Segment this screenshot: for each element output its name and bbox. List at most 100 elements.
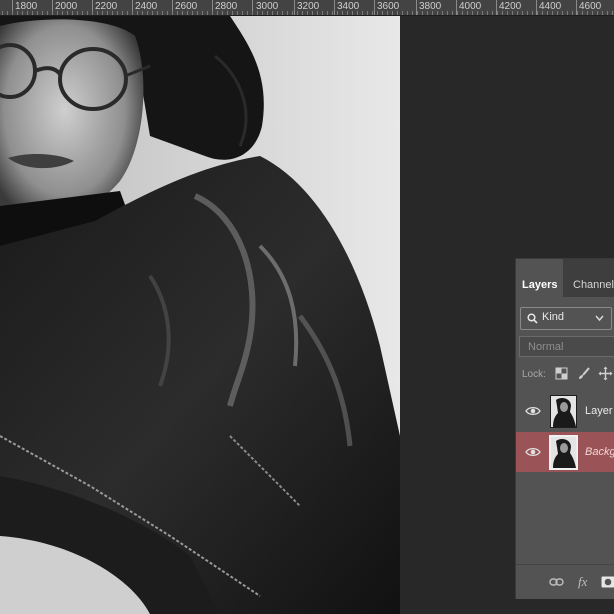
ruler-minor-tick [87, 11, 88, 15]
ruler-minor-tick [177, 11, 178, 15]
ruler-label: 3400 [337, 1, 360, 12]
ruler-minor-tick [572, 11, 573, 15]
ruler-minor-tick [362, 11, 363, 15]
ruler-minor-tick [407, 11, 408, 15]
ruler-minor-tick [212, 11, 213, 15]
ruler-label: 3600 [377, 1, 400, 12]
horizontal-ruler[interactable]: 1800 2000 2200 2400 2600 2800 3000 3200 … [0, 0, 614, 16]
ruler-minor-tick [332, 11, 333, 15]
lock-brush-icon[interactable] [577, 367, 591, 381]
ruler-minor-tick [47, 11, 48, 15]
ruler-minor-tick [187, 11, 188, 15]
fx-icon[interactable]: fx [578, 574, 587, 590]
ruler-minor-tick [152, 11, 153, 15]
ruler-minor-tick [482, 11, 483, 15]
ruler-minor-tick [447, 11, 448, 15]
ruler-minor-tick [577, 11, 578, 15]
ruler-minor-tick [527, 11, 528, 15]
ruler-minor-tick [222, 11, 223, 15]
ruler-minor-tick [452, 11, 453, 15]
ruler-minor-tick [217, 11, 218, 15]
ruler-minor-tick [252, 11, 253, 15]
ruler-minor-tick [557, 11, 558, 15]
ruler-minor-tick [342, 11, 343, 15]
lock-pixels-icon[interactable] [555, 367, 568, 380]
ruler-minor-tick [297, 11, 298, 15]
ruler-tick [374, 0, 375, 15]
link-icon[interactable] [549, 577, 564, 587]
ruler-minor-tick [137, 11, 138, 15]
lock-move-icon[interactable] [598, 366, 613, 381]
ruler-minor-tick [67, 11, 68, 15]
ruler-minor-tick [607, 11, 608, 15]
ruler-minor-tick [62, 11, 63, 15]
ruler-minor-tick [432, 11, 433, 15]
ruler-minor-tick [117, 11, 118, 15]
ruler-minor-tick [352, 11, 353, 15]
ruler-minor-tick [52, 11, 53, 15]
ruler-minor-tick [232, 11, 233, 15]
eye-icon[interactable] [525, 444, 541, 460]
ruler-minor-tick [567, 11, 568, 15]
ruler-minor-tick [107, 11, 108, 15]
ruler-minor-tick [312, 11, 313, 15]
mask-icon[interactable] [601, 576, 614, 588]
ruler-minor-tick [612, 11, 613, 15]
ruler-minor-tick [142, 11, 143, 15]
portrait-photo[interactable] [0, 16, 400, 614]
ruler-minor-tick [42, 11, 43, 15]
ruler-minor-tick [22, 11, 23, 15]
ruler-minor-tick [37, 11, 38, 15]
ruler-minor-tick [412, 11, 413, 15]
layer-row-layer-1[interactable]: Layer 1 [516, 391, 614, 431]
ruler-minor-tick [147, 11, 148, 15]
ruler-minor-tick [172, 11, 173, 15]
ruler-minor-tick [27, 11, 28, 15]
ruler-minor-tick [337, 11, 338, 15]
ruler-minor-tick [397, 11, 398, 15]
filter-kind-dropdown[interactable]: Kind [520, 307, 612, 330]
layer-thumbnail [549, 435, 578, 470]
layers-panel: Layers Channels Kind Normal Lock: [515, 258, 614, 599]
ruler-minor-tick [387, 11, 388, 15]
ruler-minor-tick [112, 11, 113, 15]
ruler-minor-tick [257, 11, 258, 15]
ruler-minor-tick [522, 11, 523, 15]
ruler-minor-tick [402, 11, 403, 15]
ruler-minor-tick [102, 11, 103, 15]
ruler-minor-tick [157, 11, 158, 15]
tab-layers[interactable]: Layers [516, 259, 564, 297]
ruler-minor-tick [487, 11, 488, 15]
ruler-minor-tick [247, 11, 248, 15]
ruler-minor-tick [542, 11, 543, 15]
ruler-minor-tick [262, 11, 263, 15]
ruler-minor-tick [547, 11, 548, 15]
layer-name[interactable]: Layer 1 [585, 405, 614, 417]
ruler-minor-tick [182, 11, 183, 15]
filter-kind-label: Kind [542, 311, 565, 323]
ruler-minor-tick [132, 11, 133, 15]
ruler-minor-tick [237, 11, 238, 15]
ruler-minor-tick [382, 11, 383, 15]
ruler-minor-tick [602, 11, 603, 15]
ruler-minor-tick [477, 11, 478, 15]
ruler-minor-tick [82, 11, 83, 15]
tab-layers-label: Layers [522, 279, 558, 291]
layers-bottom-bar: fx [516, 564, 614, 599]
layer-thumbnail [550, 395, 577, 428]
tab-channels[interactable]: Channels [567, 259, 614, 297]
ruler-minor-tick [357, 11, 358, 15]
tab-channels-label: Channels [573, 279, 614, 291]
ruler-minor-tick [32, 11, 33, 15]
blend-mode-select[interactable]: Normal [519, 336, 614, 357]
ruler-minor-tick [292, 11, 293, 15]
ruler-minor-tick [507, 11, 508, 15]
layer-name[interactable]: Background [585, 446, 614, 458]
ruler-minor-tick [242, 11, 243, 15]
ruler-minor-tick [227, 11, 228, 15]
ruler-minor-tick [7, 11, 8, 15]
layer-row-background[interactable]: Background [516, 432, 614, 472]
ruler-minor-tick [442, 11, 443, 15]
ruler-minor-tick [167, 11, 168, 15]
eye-icon[interactable] [525, 403, 541, 419]
